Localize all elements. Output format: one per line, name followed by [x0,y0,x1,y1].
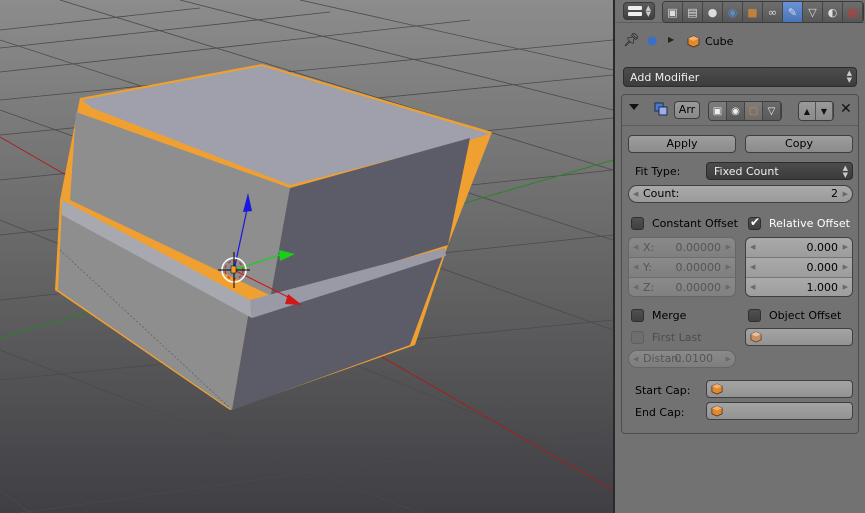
constraints-tab[interactable]: ∞ [763,2,783,22]
constraints-icon: ∞ [767,5,778,19]
render-tab[interactable]: ▣ [663,2,683,22]
relative-offset-z-field[interactable]: ◀ 1.000 ▶ [746,278,852,296]
object-data-tab[interactable]: ▽ [803,2,823,22]
end-cap-field[interactable] [706,402,853,420]
chevron-right-icon: ▶ [668,35,675,44]
pin-icon[interactable]: 📌︎ [623,33,640,48]
move-up-button[interactable]: ▲ [799,102,816,120]
relative-offset-checkbox[interactable]: ✔ [748,215,761,230]
eye-icon: ◉ [731,105,740,117]
constant-offset-z-field[interactable]: ◀ Z: 0.00000 ▶ [629,278,735,296]
fit-type-value: Fixed Count [714,165,779,178]
copy-button[interactable]: Copy [745,135,853,153]
move-down-button[interactable]: ▼ [816,102,833,120]
object-icon: ■ [747,5,758,19]
scene-icon: ● [707,5,718,19]
properties-editor: ▲ ▼ ▣ ▤ ● ◉ ■ ∞ ✎ ▽ ◐ ▦ 📌︎ ● ▶ Cube Add M… [615,0,865,513]
count-label: Count: [643,187,680,200]
scene-object-icon: ● [647,33,658,47]
object-tab[interactable]: ■ [743,2,763,22]
count-field[interactable]: ◀ Count: 2 ▶ [628,185,853,203]
context-tabs: ▣ ▤ ● ◉ ■ ∞ ✎ ▽ ◐ ▦ [662,1,864,23]
scene-tab[interactable]: ● [703,2,723,22]
first-last-checkbox[interactable] [631,331,644,344]
relative-offset-x-field[interactable]: ◀ 0.000 ▶ [746,238,852,258]
constant-offset-x-field[interactable]: ◀ X: 0.00000 ▶ [629,238,735,258]
merge-checkbox[interactable] [631,309,644,322]
cube-mesh[interactable] [55,64,492,410]
material-icon: ◐ [827,5,838,19]
array-modifier-panel: Arr ▣ ◉ ▢ ▽ ▲ ▼ ✕ Apply Copy Fit Type: F… [621,94,859,434]
breadcrumb-object-name: Cube [705,35,734,48]
remove-modifier-close-icon[interactable]: ✕ [840,101,852,117]
constant-offset-xyz: ◀ X: 0.00000 ▶ ◀ Y: 0.00000 ▶ ◀ Z: 0.00000 ▶ [628,237,736,297]
add-modifier-label: Add Modifier [630,71,700,84]
merge-distance-field[interactable]: ◀ Distan: 0.0100 ▶ [628,350,736,368]
viewport-toggle[interactable]: ◉ [727,102,745,120]
cube-icon [711,383,723,398]
constant-offset-label: Constant Offset [652,217,738,230]
object-data-icon: ▽ [808,5,817,19]
relative-offset-xyz: ◀ 0.000 ▶ ◀ 0.000 ▶ ◀ 1.000 ▶ [745,237,853,297]
merge-label: Merge [652,309,687,322]
3d-viewport[interactable] [0,0,613,513]
world-icon: ◉ [727,5,738,19]
constant-offset-y-field[interactable]: ◀ Y: 0.00000 ▶ [629,258,735,278]
texture-tab[interactable]: ▦ [843,2,863,22]
start-cap-label: Start Cap: [635,384,691,397]
increment-arrow-icon[interactable]: ▶ [843,186,848,202]
modifier-name-field[interactable]: Arr [674,101,700,119]
constant-offset-checkbox[interactable] [631,217,644,230]
object-origin [230,265,237,274]
camera-icon: ▣ [712,105,723,117]
modifier-visibility-toggles: ▣ ◉ ▢ ▽ [708,101,782,121]
collapse-chevron-icon[interactable] [629,104,639,110]
first-last-label: First Last [652,331,702,344]
object-offset-field[interactable] [745,328,853,346]
triangle-down-icon: ▼ [820,106,828,116]
move-buttons: ▲ ▼ [798,101,834,121]
modifiers-wrench-icon: ✎ [787,5,798,19]
start-cap-field[interactable] [706,380,853,398]
editmode-toggle[interactable]: ▢ [745,102,763,120]
count-value: 2 [831,187,838,200]
relative-offset-label: Relative Offset [769,217,850,230]
add-modifier-dropdown[interactable]: Add Modifier ▲ ▼ [623,67,857,87]
vertices-triangle-icon: ▽ [767,105,776,117]
modifier-header: Arr ▣ ◉ ▢ ▽ ▲ ▼ ✕ [622,95,858,126]
array-modifier-icon [654,102,668,119]
render-icon: ▣ [667,5,678,19]
fit-type-dropdown[interactable]: Fixed Count ▲ ▼ [706,162,853,180]
decrement-arrow-icon[interactable]: ◀ [633,186,638,202]
breadcrumb: 📌︎ ● ▶ Cube [615,28,865,54]
apply-button[interactable]: Apply [628,135,736,153]
distance-value: 0.0100 [674,352,714,365]
triangle-up-icon: ▲ [803,106,811,116]
updown-arrows-icon: ▲ ▼ [846,69,852,84]
checkmark-icon: ✔ [750,215,761,229]
cube-icon [687,35,700,51]
fit-type-label: Fit Type: [635,165,681,178]
cube-icon [750,331,762,346]
modifiers-tab[interactable]: ✎ [783,2,803,22]
cube-icon [711,405,723,420]
material-tab[interactable]: ◐ [823,2,843,22]
world-tab[interactable]: ◉ [723,2,743,22]
cage-toggle[interactable]: ▽ [763,102,781,120]
viewport-scene [0,0,613,513]
properties-header: ▲ ▼ ▣ ▤ ● ◉ ■ ∞ ✎ ▽ ◐ ▦ [615,0,865,23]
editmode-icon: ▢ [748,105,759,117]
object-offset-checkbox[interactable] [748,309,761,322]
object-offset-label: Object Offset [769,309,842,322]
updown-arrows-icon: ▲ ▼ [842,164,848,179]
render-toggle[interactable]: ▣ [709,102,727,120]
relative-offset-y-field[interactable]: ◀ 0.000 ▶ [746,258,852,278]
render-layers-tab[interactable]: ▤ [683,2,703,22]
render-layers-icon: ▤ [687,5,698,19]
editor-type-button[interactable]: ▲ ▼ [623,2,655,20]
texture-icon: ▦ [847,5,858,19]
end-cap-label: End Cap: [635,406,685,419]
